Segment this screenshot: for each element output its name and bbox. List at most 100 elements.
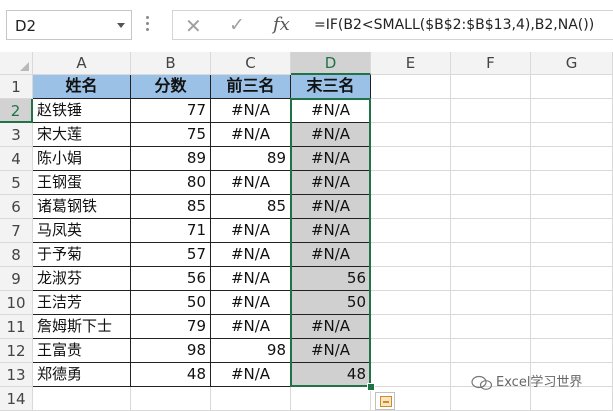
- empty-cell[interactable]: [451, 243, 531, 267]
- empty-cell[interactable]: [451, 291, 531, 315]
- row-header-4[interactable]: 4: [0, 147, 33, 171]
- score-cell[interactable]: 57: [131, 243, 211, 267]
- score-cell[interactable]: 77: [131, 99, 211, 123]
- empty-cell[interactable]: [451, 267, 531, 291]
- empty-cell[interactable]: [531, 267, 613, 291]
- top3-cell[interactable]: #N/A: [211, 363, 291, 387]
- empty-cell[interactable]: [451, 387, 531, 411]
- top3-cell[interactable]: 98: [211, 339, 291, 363]
- name-cell[interactable]: 于予菊: [33, 243, 131, 267]
- empty-cell[interactable]: [211, 387, 291, 411]
- name-cell[interactable]: 詹姆斯下士: [33, 315, 131, 339]
- bottom3-cell[interactable]: #N/A: [291, 219, 371, 243]
- empty-cell[interactable]: [531, 387, 613, 411]
- empty-cell[interactable]: [531, 315, 613, 339]
- empty-cell[interactable]: [451, 219, 531, 243]
- top3-cell[interactable]: #N/A: [211, 171, 291, 195]
- empty-cell[interactable]: [371, 291, 451, 315]
- empty-cell[interactable]: [371, 195, 451, 219]
- column-header-f[interactable]: F: [451, 52, 531, 75]
- name-cell[interactable]: 郑德勇: [33, 363, 131, 387]
- empty-cell[interactable]: [451, 339, 531, 363]
- bottom3-cell[interactable]: 56: [291, 267, 371, 291]
- row-header-11[interactable]: 11: [0, 315, 33, 339]
- row-header-2[interactable]: 2: [0, 99, 33, 123]
- chevron-down-icon[interactable]: [117, 23, 125, 28]
- column-header-d[interactable]: D: [291, 52, 371, 75]
- row-header-6[interactable]: 6: [0, 195, 33, 219]
- empty-cell[interactable]: [531, 195, 613, 219]
- row-header-7[interactable]: 7: [0, 219, 33, 243]
- name-cell[interactable]: 赵铁锤: [33, 99, 131, 123]
- score-cell[interactable]: 79: [131, 315, 211, 339]
- empty-cell[interactable]: [451, 315, 531, 339]
- name-cell[interactable]: 王洁芳: [33, 291, 131, 315]
- bottom3-cell[interactable]: #N/A: [291, 243, 371, 267]
- cancel-icon[interactable]: ✕: [185, 14, 202, 38]
- name-cell[interactable]: 龙淑芬: [33, 267, 131, 291]
- empty-cell[interactable]: [371, 99, 451, 123]
- top3-cell[interactable]: #N/A: [211, 267, 291, 291]
- empty-cell[interactable]: [33, 387, 131, 411]
- enter-icon[interactable]: ✓: [229, 14, 245, 36]
- empty-cell[interactable]: [531, 171, 613, 195]
- fill-handle[interactable]: [367, 383, 375, 391]
- header-top3[interactable]: 前三名: [211, 75, 291, 99]
- worksheet-grid[interactable]: A B C D E F G 1 2 3 4 5 6 7 8 9 10 11 12 13 14 姓名 分数 前三名 末三名 赵铁锤 7…: [0, 52, 613, 411]
- formula-input[interactable]: =IF(B2<SMALL($B$2:$B$13,4),B2,NA()): [306, 10, 613, 40]
- empty-cell[interactable]: [131, 387, 211, 411]
- score-cell[interactable]: 71: [131, 219, 211, 243]
- top3-cell[interactable]: #N/A: [211, 219, 291, 243]
- name-cell[interactable]: 王钢蛋: [33, 171, 131, 195]
- top3-cell[interactable]: #N/A: [211, 291, 291, 315]
- score-cell[interactable]: 80: [131, 171, 211, 195]
- empty-cell[interactable]: [451, 171, 531, 195]
- score-cell[interactable]: 89: [131, 147, 211, 171]
- drag-handle-icon[interactable]: [146, 16, 150, 34]
- top3-cell[interactable]: 85: [211, 195, 291, 219]
- empty-cell[interactable]: [371, 219, 451, 243]
- top3-cell[interactable]: #N/A: [211, 99, 291, 123]
- bottom3-cell[interactable]: 50: [291, 291, 371, 315]
- insert-function-button[interactable]: fx: [273, 14, 290, 35]
- empty-cell[interactable]: [371, 147, 451, 171]
- row-header-8[interactable]: 8: [0, 243, 33, 267]
- empty-cell[interactable]: [531, 147, 613, 171]
- empty-cell[interactable]: [371, 123, 451, 147]
- name-box[interactable]: D2: [6, 10, 132, 40]
- empty-cell[interactable]: [451, 195, 531, 219]
- score-cell[interactable]: 50: [131, 291, 211, 315]
- bottom3-cell[interactable]: #N/A: [291, 315, 371, 339]
- name-cell[interactable]: 诸葛钢铁: [33, 195, 131, 219]
- row-header-9[interactable]: 9: [0, 267, 33, 291]
- empty-cell[interactable]: [531, 75, 613, 99]
- row-header-13[interactable]: 13: [0, 363, 33, 387]
- score-cell[interactable]: 98: [131, 339, 211, 363]
- quick-analysis-icon[interactable]: [375, 392, 395, 410]
- bottom3-cell[interactable]: #N/A: [291, 99, 371, 123]
- empty-cell[interactable]: [531, 339, 613, 363]
- select-all-button[interactable]: [0, 52, 33, 75]
- empty-cell[interactable]: [371, 171, 451, 195]
- name-cell[interactable]: 陈小娟: [33, 147, 131, 171]
- row-header-5[interactable]: 5: [0, 171, 33, 195]
- empty-cell[interactable]: [531, 243, 613, 267]
- top3-cell[interactable]: #N/A: [211, 123, 291, 147]
- row-header-3[interactable]: 3: [0, 123, 33, 147]
- header-bottom3[interactable]: 末三名: [291, 75, 371, 99]
- empty-cell[interactable]: [451, 123, 531, 147]
- empty-cell[interactable]: [371, 339, 451, 363]
- empty-cell[interactable]: [371, 75, 451, 99]
- empty-cell[interactable]: [291, 387, 371, 411]
- header-score[interactable]: 分数: [131, 75, 211, 99]
- empty-cell[interactable]: [531, 219, 613, 243]
- score-cell[interactable]: 56: [131, 267, 211, 291]
- empty-cell[interactable]: [531, 291, 613, 315]
- row-header-1[interactable]: 1: [0, 75, 33, 99]
- empty-cell[interactable]: [451, 147, 531, 171]
- empty-cell[interactable]: [531, 99, 613, 123]
- name-cell[interactable]: 马凤英: [33, 219, 131, 243]
- empty-cell[interactable]: [371, 243, 451, 267]
- header-name[interactable]: 姓名: [33, 75, 131, 99]
- score-cell[interactable]: 48: [131, 363, 211, 387]
